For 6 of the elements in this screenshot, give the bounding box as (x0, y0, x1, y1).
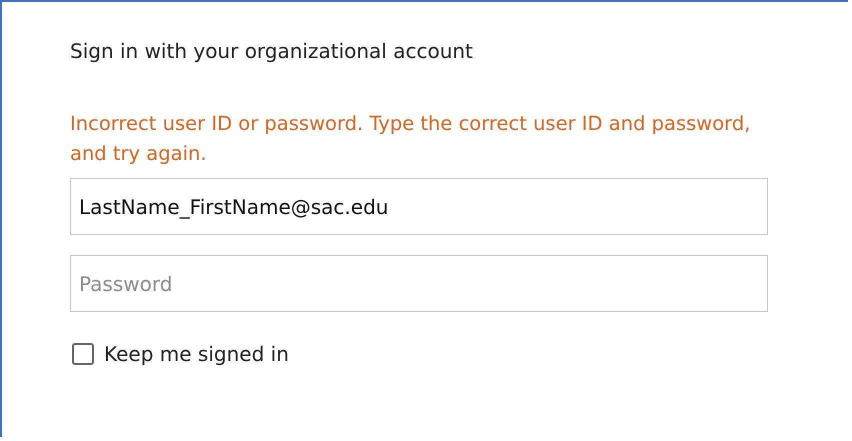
password-field[interactable]: Password (70, 255, 768, 312)
keep-signed-in-label: Keep me signed in (104, 342, 289, 366)
user-id-field[interactable]: LastName_FirstName@sac.edu (70, 178, 768, 235)
error-message: Incorrect user ID or password. Type the correct user ID and password, and try again. (70, 111, 752, 167)
keep-signed-in-checkbox[interactable] (72, 343, 94, 365)
sign-in-heading: Sign in with your organizational account (70, 39, 473, 65)
